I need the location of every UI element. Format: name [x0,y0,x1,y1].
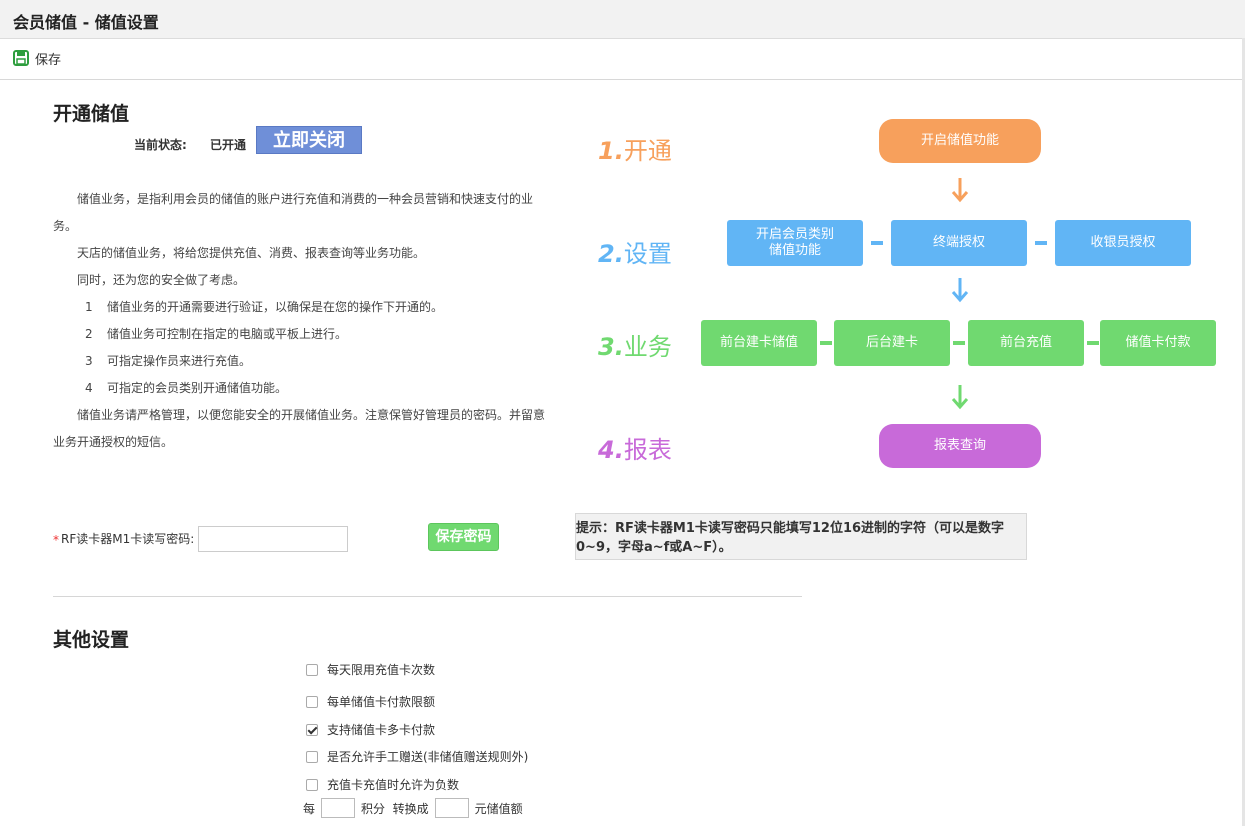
points-suffix: 元储值额 [474,801,523,816]
desc-closing: 业务开通授权的短信。 [53,435,174,449]
desc-paragraph: 务。 [53,219,78,233]
rf-password-label: RF读卡器M1卡读写密码: [61,532,195,546]
list-item: 1 储值业务的开通需要进行验证，以确保是在您的操作下开通的。 [53,294,548,321]
cashier-auth-box: 收银员授权 [1055,220,1191,266]
window-title: 会员储值 - 储值设置 [13,13,159,32]
list-item-text: 储值业务的开通需要进行验证，以确保是在您的操作下开通的。 [107,300,444,314]
arrow-down-icon [951,178,969,203]
checkbox-checked[interactable] [306,723,318,736]
checkbox[interactable] [306,695,318,708]
checkbox-daily-limit[interactable]: 每天限用充值卡次数 [306,661,435,678]
tip-line: 0~9，字母a~f或A~F）。 [576,540,732,555]
list-item-number: 3 [85,354,93,368]
checkbox-label: 每天限用充值卡次数 [327,663,436,677]
checkbox[interactable] [306,750,318,763]
save-label: 保存 [35,52,62,68]
arrow-down-icon [951,278,969,303]
tip-box: 提示：RF读卡器M1卡读写密码只能填写12位16进制的字符（可以是数字 0~9，… [575,513,1027,560]
list-item-number: 1 [85,300,93,314]
status-value: 已开通 [210,138,247,152]
card-payment-box: 储值卡付款 [1100,320,1216,366]
front-recharge-box: 前台充值 [968,320,1084,366]
required-mark: * [53,533,59,547]
checkbox-manual-gift[interactable]: 是否允许手工赠送(非储值赠送规则外) [306,748,528,765]
list-item: 2 储值业务可控制在指定的电脑或平板上进行。 [53,321,548,348]
checkbox-payment-limit[interactable]: 每单储值卡付款限额 [306,693,435,710]
save-password-button[interactable]: 保存密码 [428,523,499,551]
connector [871,241,883,245]
rf-password-input[interactable] [198,526,348,552]
enable-storage-box: 开启储值功能 [879,119,1041,163]
checkbox-label: 支持储值卡多卡付款 [327,723,436,737]
terminal-auth-box: 终端授权 [891,220,1027,266]
connector [820,341,832,345]
save-button[interactable]: 保存 [13,47,61,69]
list-item-number: 2 [85,327,93,341]
report-query-box: 报表查询 [879,424,1041,468]
checkbox[interactable] [306,663,318,676]
desc-paragraph: 储值业务，是指利用会员的储值的账户进行充值和消费的一种会员营销和快速支付的业 [77,192,534,206]
checkbox[interactable] [306,778,318,791]
back-card-box: 后台建卡 [834,320,950,366]
points-mid: 积分 转换成 [361,801,429,816]
points-input[interactable] [321,798,356,818]
checkbox-label: 充值卡充值时允许为负数 [327,778,460,792]
connector [1087,341,1099,345]
toolbar: 保存 [0,39,1245,80]
step-4-label: 4.报表 [598,436,672,464]
close-now-button[interactable]: 立即关闭 [256,126,362,154]
save-icon [13,50,29,66]
checkbox-label: 每单储值卡付款限额 [327,695,436,709]
list-item: 4 可指定的会员类别开通储值功能。 [53,375,548,402]
connector [1035,241,1047,245]
checkbox-multi-card[interactable]: 支持储值卡多卡付款 [306,721,435,738]
member-type-storage-box: 开启会员类别 储值功能 [727,220,863,266]
list-item: 3 可指定操作员来进行充值。 [53,348,548,375]
checkbox-label: 是否允许手工赠送(非储值赠送规则外) [327,750,529,764]
list-item-number: 4 [85,381,93,395]
window-titlebar: 会员储值 - 储值设置 [0,0,1245,39]
list-item-text: 可指定的会员类别开通储值功能。 [107,381,288,395]
divider [53,596,802,597]
points-prefix: 每 [303,801,316,816]
checkbox-allow-negative[interactable]: 充值卡充值时允许为负数 [306,776,459,793]
points-conversion-row: 每 积分 转换成 元储值额 [303,798,523,818]
amount-input[interactable] [434,798,469,818]
step-2-label: 2.设置 [598,240,672,268]
tip-line: 提示：RF读卡器M1卡读写密码只能填写12位16进制的字符（可以是数字 [576,521,1005,536]
front-card-storage-box: 前台建卡储值 [701,320,817,366]
step-3-label: 3.业务 [598,333,672,361]
desc-paragraph: 天店的储值业务，将给您提供充值、消费、报表查询等业务功能。 [77,246,426,260]
desc-closing: 储值业务请严格管理，以便您能安全的开展储值业务。注意保管好管理员的密码。并留意 [77,408,546,422]
section-title-open-storage: 开通储值 [53,103,130,125]
section-title-other-settings: 其他设置 [53,629,130,651]
status-label: 当前状态: [134,138,187,152]
list-item-text: 可指定操作员来进行充值。 [107,354,252,368]
arrow-down-icon [951,385,969,410]
step-1-label: 1.开通 [598,137,672,165]
description: 储值业务，是指利用会员的储值的账户进行充值和消费的一种会员营销和快速支付的业 务… [53,186,548,456]
list-item-text: 储值业务可控制在指定的电脑或平板上进行。 [107,327,348,341]
desc-paragraph: 同时，还为您的安全做了考虑。 [77,273,246,287]
connector [953,341,965,345]
